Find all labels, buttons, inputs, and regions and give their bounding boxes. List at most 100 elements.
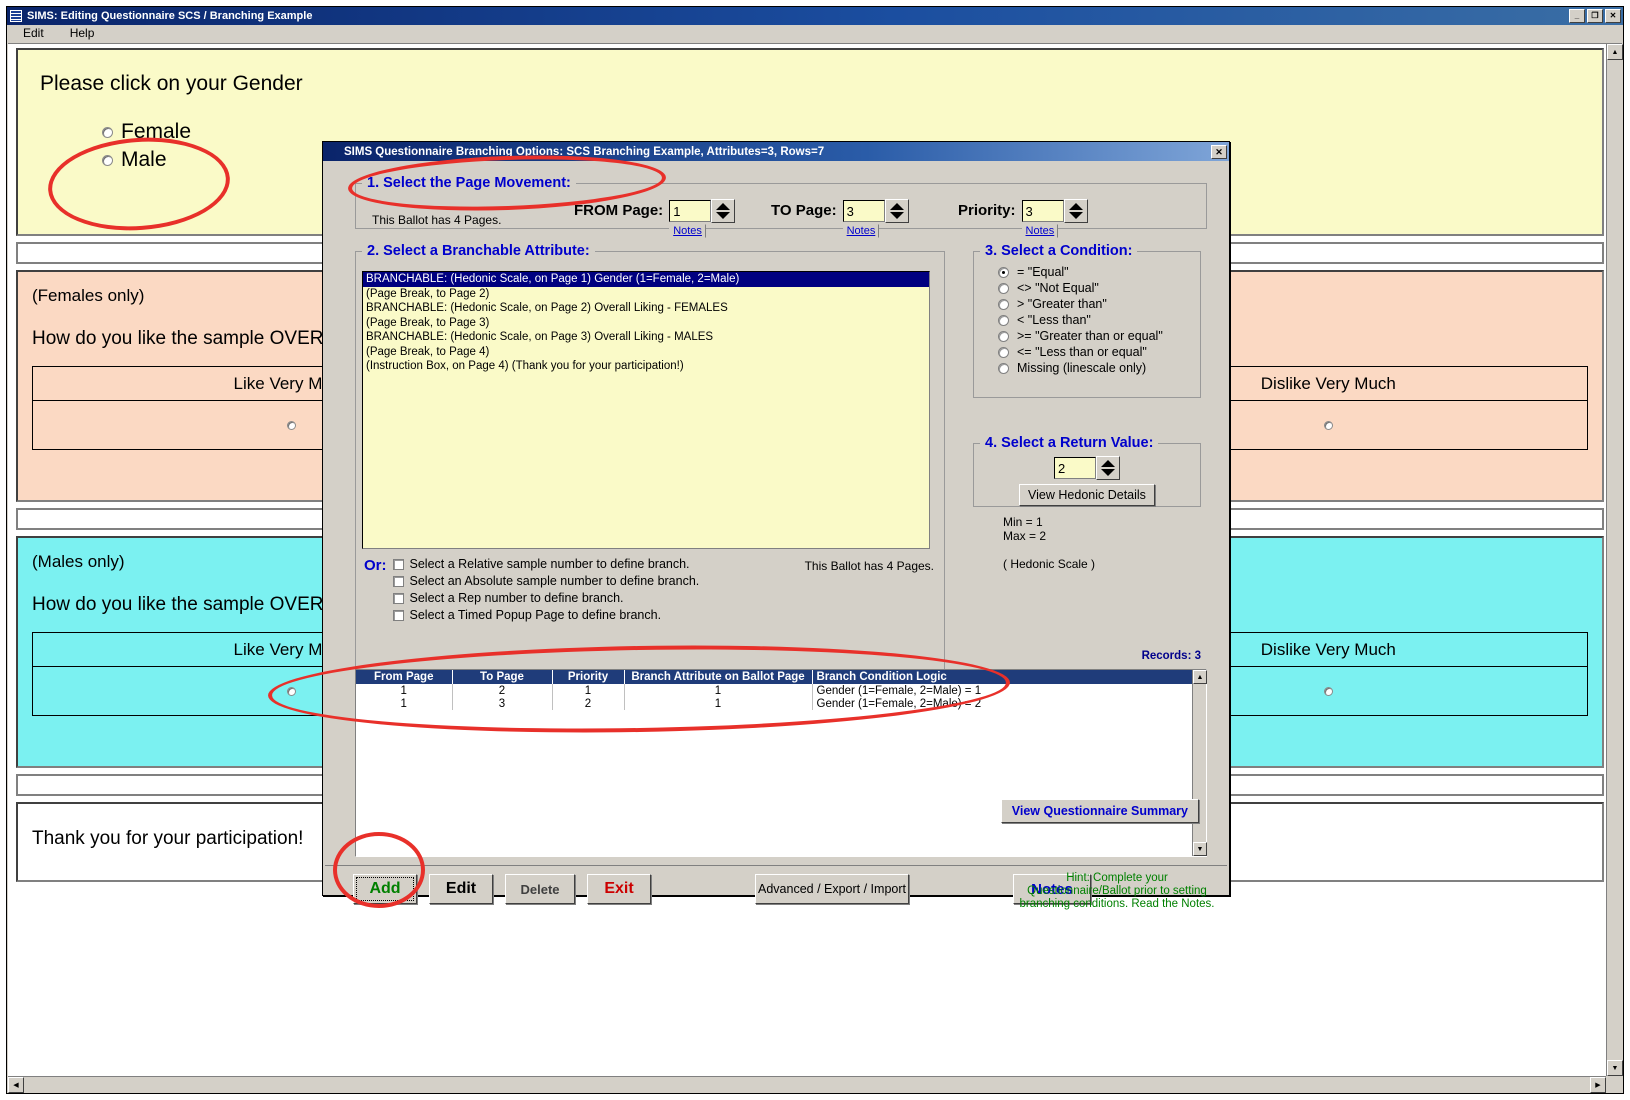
- radio-icon[interactable]: [998, 314, 1009, 326]
- gender-option-male-label: Male: [121, 148, 167, 171]
- list-item[interactable]: (Page Break, to Page 3): [363, 316, 929, 331]
- list-item[interactable]: (Page Break, to Page 2): [363, 287, 929, 302]
- priority-input[interactable]: 3: [1021, 200, 1064, 222]
- radio-icon[interactable]: [998, 362, 1009, 374]
- application-title: SIMS: Editing Questionnaire SCS / Branch…: [27, 10, 313, 22]
- checkbox-icon[interactable]: [392, 592, 404, 604]
- condition-option-less-or-equal[interactable]: <= "Less than or equal": [998, 345, 1200, 359]
- column-header-priority[interactable]: Priority: [552, 670, 625, 684]
- priority-spinner[interactable]: [1063, 199, 1088, 223]
- checkbox-icon[interactable]: [392, 575, 404, 587]
- return-value-input[interactable]: 2: [1054, 457, 1096, 479]
- list-item[interactable]: BRANCHABLE: (Hedonic Scale, on Page 3) O…: [363, 330, 929, 345]
- from-page-label: FROM Page:: [574, 202, 664, 219]
- table-row[interactable]: 1 3 2 1 Gender (1=Female, 2=Male) = 2: [356, 697, 1195, 710]
- scroll-right-icon[interactable]: ▶: [1590, 1077, 1606, 1093]
- scroll-down-icon[interactable]: ▼: [1607, 1060, 1623, 1076]
- condition-option-less-or-equal-label: <= "Less than or equal": [1017, 345, 1147, 359]
- exit-button[interactable]: Exit: [587, 874, 651, 904]
- radio-icon[interactable]: [102, 126, 113, 138]
- to-page-notes-link[interactable]: Notes: [842, 224, 880, 238]
- sims-app-icon: [9, 9, 23, 23]
- from-page-spinner[interactable]: [711, 199, 736, 223]
- add-button[interactable]: Add: [353, 874, 417, 904]
- radio-icon[interactable]: [1323, 686, 1333, 696]
- scrollbar-corner: [1606, 1076, 1622, 1092]
- radio-icon[interactable]: [998, 330, 1009, 342]
- condition-option-not-equal[interactable]: <> "Not Equal": [998, 281, 1200, 295]
- return-value-spinner[interactable]: [1096, 456, 1120, 480]
- main-vertical-scrollbar[interactable]: ▲ ▼: [1606, 44, 1623, 1076]
- cell-from-page: 1: [356, 684, 453, 697]
- cell-to-page: 2: [452, 684, 553, 697]
- checkbox-icon[interactable]: [392, 609, 404, 621]
- condition-option-less-than[interactable]: < "Less than": [998, 313, 1200, 327]
- menu-item-help[interactable]: Help: [70, 26, 95, 40]
- from-page-input[interactable]: 1: [669, 200, 712, 222]
- checkbox-absolute-sample[interactable]: Select an Absolute sample number to defi…: [392, 574, 699, 588]
- edit-button[interactable]: Edit: [429, 874, 493, 904]
- condition-option-greater-than[interactable]: > "Greater than": [998, 297, 1200, 311]
- branching-options-dialog: SIMS Questionnaire Branching Options: SC…: [322, 141, 1230, 910]
- checkbox-timed-popup[interactable]: Select a Timed Popup Page to define bran…: [392, 608, 700, 622]
- scroll-left-icon[interactable]: ◀: [8, 1077, 24, 1093]
- from-page-notes-link[interactable]: Notes: [669, 224, 706, 238]
- advanced-export-import-button[interactable]: Advanced / Export / Import: [755, 874, 909, 904]
- column-header-branch-attribute[interactable]: Branch Attribute on Ballot Page: [624, 670, 813, 684]
- radio-icon[interactable]: [998, 298, 1009, 310]
- list-item[interactable]: BRANCHABLE: (Hedonic Scale, on Page 1) G…: [363, 272, 929, 287]
- group-page-movement: 1. Select the Page Movement: This Ballot…: [355, 175, 1207, 238]
- list-item[interactable]: BRANCHABLE: (Hedonic Scale, on Page 2) O…: [363, 301, 929, 316]
- priority-notes-link[interactable]: Notes: [1021, 224, 1059, 238]
- condition-option-greater-or-equal[interactable]: >= "Greater than or equal": [998, 329, 1200, 343]
- radio-icon[interactable]: [102, 154, 113, 166]
- view-hedonic-details-button[interactable]: View Hedonic Details: [1019, 484, 1155, 506]
- condition-option-not-equal-label: <> "Not Equal": [1017, 281, 1099, 295]
- view-questionnaire-summary[interactable]: View Questionnaire Summary: [1000, 799, 1199, 823]
- scroll-up-icon[interactable]: ▲: [1607, 44, 1623, 60]
- checkbox-rep-number-label: Select a Rep number to define branch.: [409, 591, 624, 605]
- column-header-from-page[interactable]: From Page: [356, 670, 453, 684]
- column-header-branch-condition[interactable]: Branch Condition Logic: [812, 670, 1195, 684]
- delete-button[interactable]: Delete: [505, 874, 575, 904]
- window-controls: _ ❐ ✕: [1569, 9, 1621, 23]
- column-header-to-page[interactable]: To Page: [452, 670, 553, 684]
- list-item[interactable]: (Page Break, to Page 4): [363, 345, 929, 360]
- grid-scroll-up-icon[interactable]: ▲: [1193, 670, 1207, 684]
- menu-item-edit[interactable]: Edit: [23, 26, 44, 40]
- checkbox-icon[interactable]: [392, 558, 404, 570]
- return-value-min: Min = 1: [1003, 515, 1043, 529]
- group-condition-legend: 3. Select a Condition:: [985, 243, 1133, 259]
- group-return-value: 4. Select a Return Value: 2 View Hedonic…: [973, 435, 1201, 507]
- to-page-spinner[interactable]: [884, 199, 909, 223]
- list-item[interactable]: (Instruction Box, on Page 4) (Thank you …: [363, 359, 929, 374]
- radio-icon[interactable]: [998, 282, 1009, 294]
- main-horizontal-scrollbar[interactable]: ◀ ▶: [8, 1076, 1606, 1093]
- branchable-attribute-list[interactable]: BRANCHABLE: (Hedonic Scale, on Page 1) G…: [362, 271, 930, 549]
- radio-icon[interactable]: [1323, 420, 1333, 430]
- table-row[interactable]: 1 2 1 1 Gender (1=Female, 2=Male) = 1: [356, 684, 1195, 697]
- grid-vertical-scrollbar[interactable]: ▲ ▼: [1192, 670, 1207, 856]
- checkbox-relative-sample[interactable]: Select a Relative sample number to defin…: [392, 557, 700, 571]
- dialog-close-button[interactable]: ✕: [1211, 144, 1227, 159]
- radio-icon[interactable]: [287, 686, 297, 696]
- to-page-input[interactable]: 3: [842, 200, 885, 222]
- condition-option-missing[interactable]: Missing (linescale only): [998, 361, 1200, 375]
- condition-option-greater-or-equal-label: >= "Greater than or equal": [1017, 329, 1163, 343]
- dialog-button-bar: Add Edit Delete Exit Advanced / Export /…: [325, 865, 1227, 915]
- grid-scroll-down-icon[interactable]: ▼: [1193, 842, 1207, 856]
- condition-option-equal[interactable]: = "Equal": [998, 265, 1200, 279]
- ballot-pages-note-1: This Ballot has 4 Pages.: [372, 213, 502, 227]
- radio-icon[interactable]: [998, 346, 1009, 358]
- dialog-hint-text: Hint: Complete your Questionnaire/Ballot…: [1019, 872, 1215, 910]
- branch-rules-grid[interactable]: From Page To Page Priority Branch Attrib…: [355, 669, 1207, 857]
- close-button[interactable]: ✕: [1605, 9, 1621, 23]
- checkbox-rep-number[interactable]: Select a Rep number to define branch.: [392, 591, 700, 605]
- view-questionnaire-summary-button[interactable]: View Questionnaire Summary: [1000, 799, 1199, 823]
- return-value-scale-type: ( Hedonic Scale ): [1003, 557, 1096, 571]
- gender-option-female-label: Female: [121, 120, 192, 143]
- radio-icon[interactable]: [998, 266, 1009, 278]
- minimize-button[interactable]: _: [1569, 9, 1585, 23]
- maximize-button[interactable]: ❐: [1587, 9, 1603, 23]
- radio-icon[interactable]: [287, 420, 297, 430]
